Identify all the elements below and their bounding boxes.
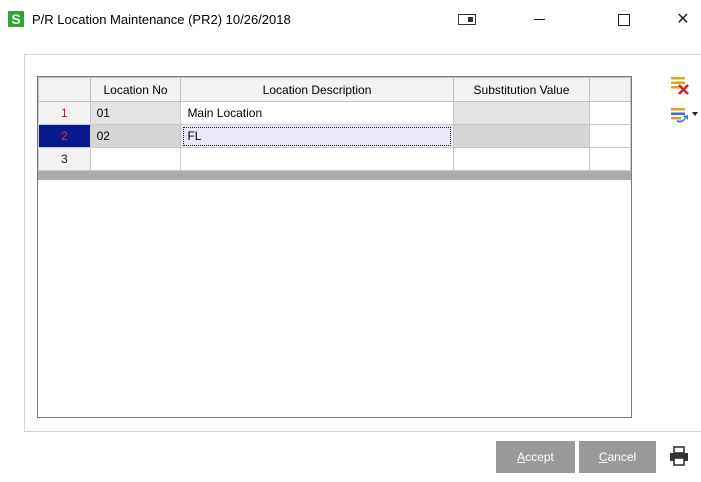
row-number-header	[38, 77, 91, 102]
app-logo-icon: S	[8, 11, 24, 27]
empty-cell	[589, 101, 631, 125]
title-bar: S P/R Location Maintenance (PR2) 10/26/2…	[0, 0, 701, 40]
column-header-location-description[interactable]: Location Description	[180, 77, 454, 102]
table-row[interactable]: 3	[38, 147, 631, 171]
column-header-extra	[589, 77, 631, 102]
location-no-cell[interactable]	[89, 147, 182, 171]
close-button[interactable]: ✕	[663, 8, 701, 32]
accept-button[interactable]: Accept	[496, 441, 575, 473]
substitution-value-cell[interactable]	[452, 101, 591, 125]
column-header-substitution-value[interactable]: Substitution Value	[452, 77, 591, 102]
row-number[interactable]: 3	[38, 147, 91, 171]
location-no-cell[interactable]: 02	[89, 124, 182, 148]
location-no-cell[interactable]: 01	[89, 101, 182, 125]
substitution-value-cell[interactable]	[452, 124, 591, 148]
empty-cell	[589, 124, 631, 148]
layout-toggle-icon[interactable]	[447, 8, 487, 32]
table-row[interactable]: 1 01 Main Location	[38, 101, 631, 125]
printer-icon[interactable]	[668, 446, 690, 466]
insert-row-icon[interactable]	[669, 106, 691, 128]
substitution-value-cell[interactable]	[452, 147, 591, 171]
minimize-button[interactable]	[519, 8, 559, 32]
location-grid: Location No Location Description Substit…	[37, 76, 632, 418]
location-description-cell[interactable]: Main Location	[180, 101, 454, 125]
row-number[interactable]: 1	[38, 101, 91, 125]
maximize-button[interactable]	[604, 8, 644, 32]
delete-row-icon[interactable]	[669, 74, 691, 96]
location-description-cell[interactable]: FL	[180, 124, 454, 148]
column-header-location-no[interactable]: Location No	[89, 77, 182, 102]
window-title: P/R Location Maintenance (PR2) 10/26/201…	[32, 12, 291, 27]
grid-empty-area	[38, 180, 631, 417]
chevron-down-icon[interactable]	[692, 112, 698, 116]
empty-cell	[589, 147, 631, 171]
cancel-button[interactable]: Cancel	[579, 441, 656, 473]
table-row[interactable]: 2 02 FL	[38, 124, 631, 148]
row-number[interactable]: 2	[38, 124, 91, 148]
grid-header-row: Location No Location Description Substit…	[38, 77, 631, 102]
location-description-cell[interactable]	[180, 147, 454, 171]
